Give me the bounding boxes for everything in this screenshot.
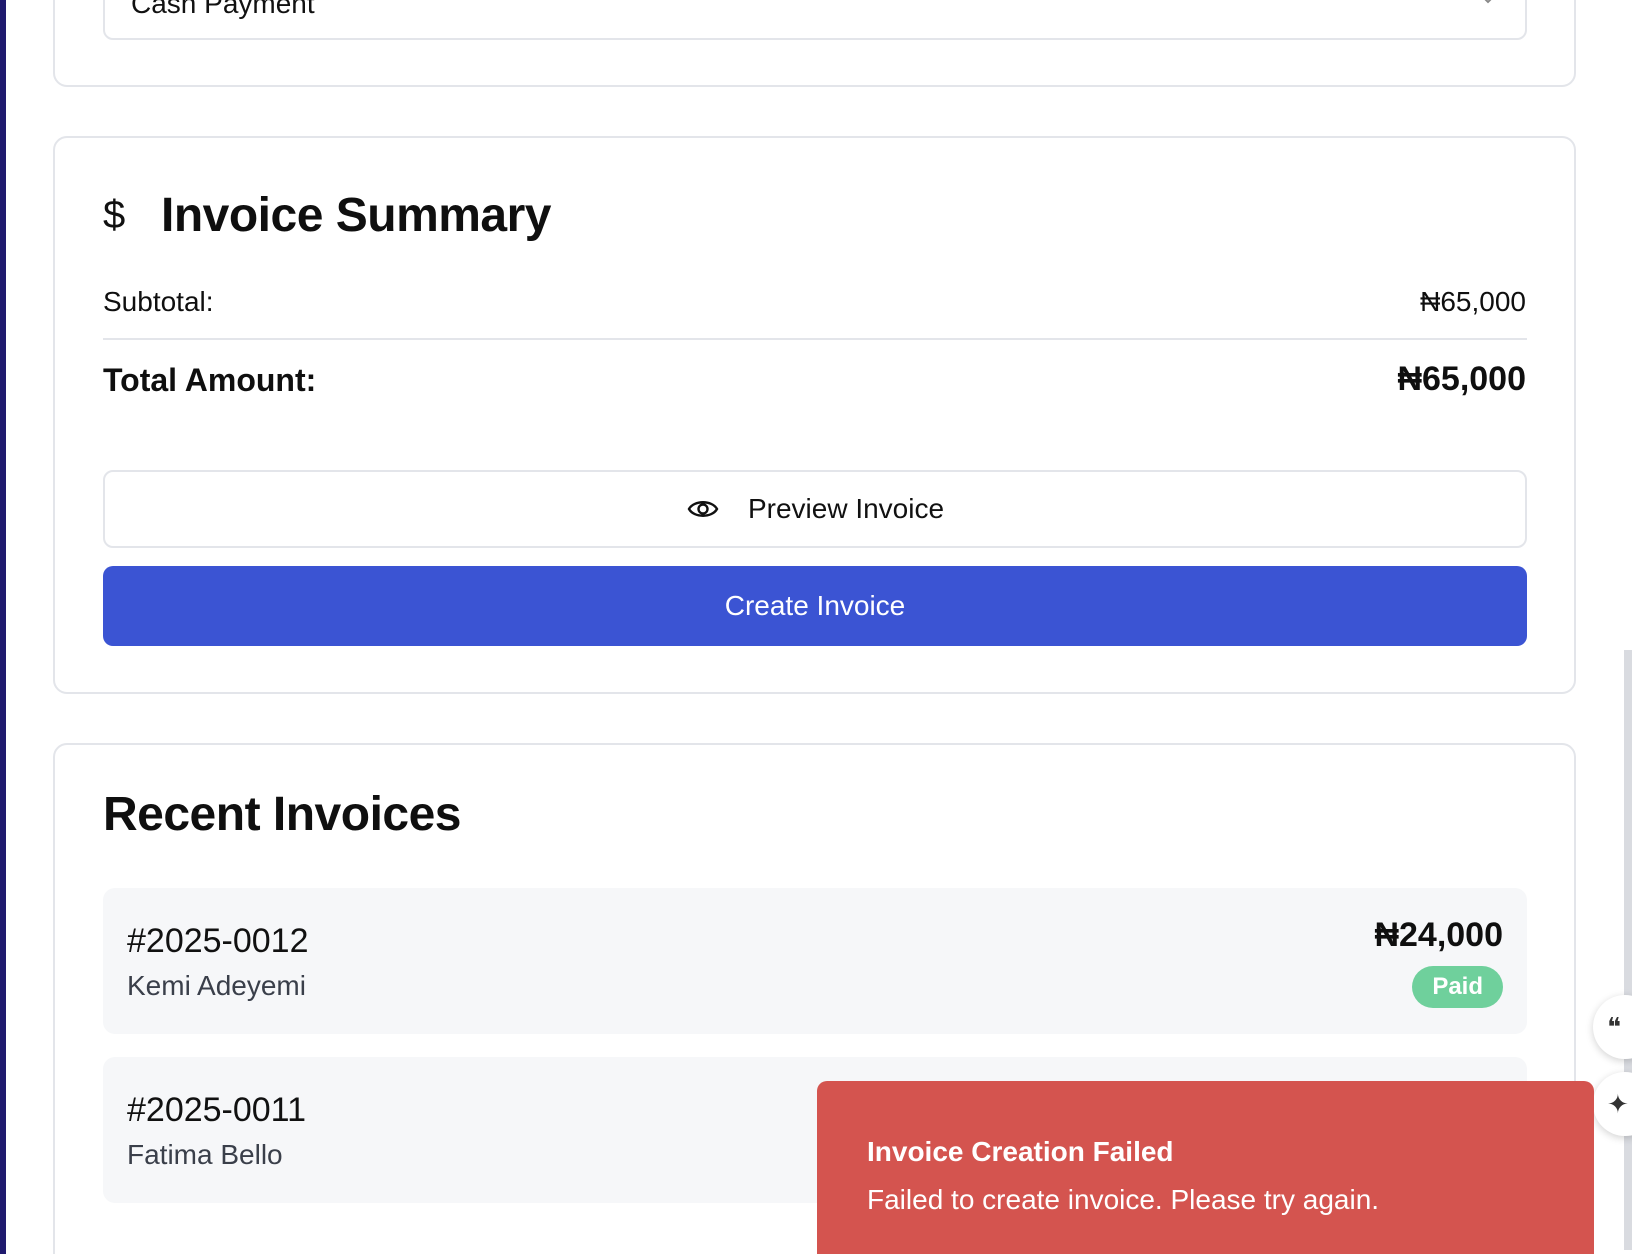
eye-icon [687,501,719,517]
summary-divider [103,338,1527,340]
status-badge: Paid [1412,966,1503,1008]
chevron-down-icon [1484,0,1492,4]
error-toast[interactable]: Invoice Creation Failed Failed to create… [817,1081,1594,1254]
invoice-client: Fatima Bello [127,1139,283,1170]
preview-invoice-label: Preview Invoice [747,493,945,524]
invoice-number: #2025-0011 [127,1091,306,1129]
payment-method-value: Cash Payment [131,0,315,19]
payment-method-select[interactable]: Cash Payment [103,0,1527,40]
quote-list-icon: ❝ [1607,1011,1621,1042]
summary-title: Invoice Summary [161,189,552,242]
total-value: ₦65,000 [1397,360,1526,398]
sparkle-button[interactable]: ✦ [1593,1072,1632,1136]
create-invoice-button[interactable]: Create Invoice [103,566,1527,646]
invoice-summary-card: $ Invoice Summary Subtotal: ₦65,000 Tota… [53,136,1576,694]
preview-invoice-button[interactable]: Preview Invoice [103,470,1527,548]
invoice-number: #2025-0012 [127,922,309,960]
total-label: Total Amount: [103,362,317,398]
payment-method-card: Cash Payment [53,0,1576,87]
dollar-icon: $ [103,193,126,237]
recent-invoices-title: Recent Invoices [103,788,461,841]
invoice-client: Kemi Adeyemi [127,970,306,1001]
toast-title: Invoice Creation Failed [867,1136,1174,1167]
sparkle-icon: ✦ [1607,1088,1629,1119]
summary-header: $ Invoice Summary [103,188,552,243]
window-edge [0,0,6,1254]
quote-list-button[interactable]: ❝ [1593,995,1632,1059]
invoice-list-item[interactable]: #2025-0012 Kemi Adeyemi ₦24,000 Paid [103,888,1527,1034]
invoice-amount: ₦24,000 [1374,916,1503,954]
subtotal-label: Subtotal: [103,286,214,317]
create-invoice-label: Create Invoice [724,590,906,621]
toast-message: Failed to create invoice. Please try aga… [867,1184,1380,1215]
subtotal-value: ₦65,000 [1420,286,1526,317]
scrollbar[interactable] [1624,650,1632,1250]
